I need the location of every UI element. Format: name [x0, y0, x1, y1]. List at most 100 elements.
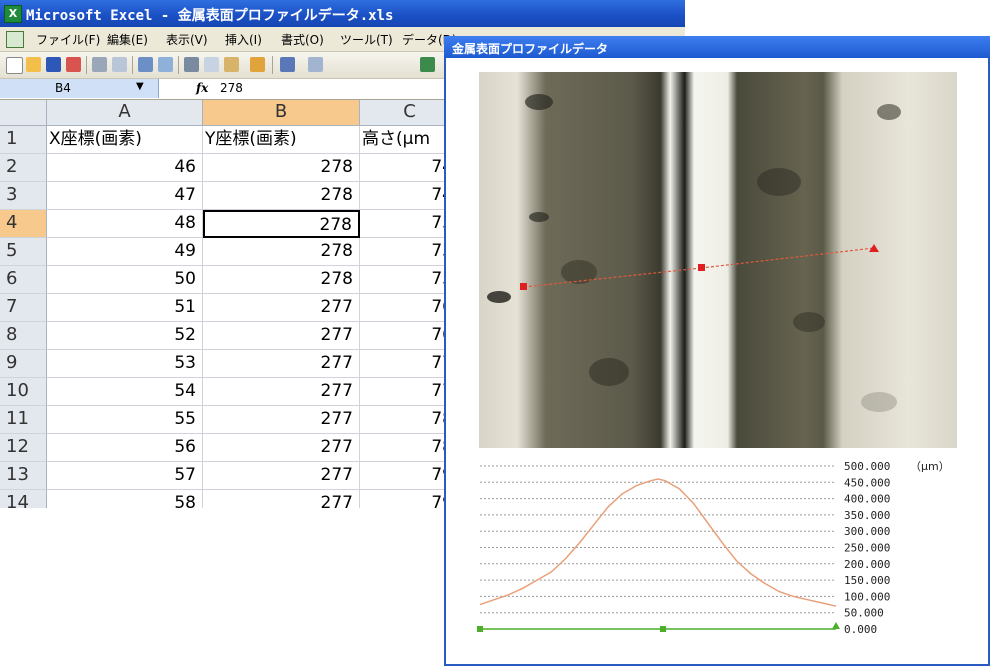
- name-box-value: B4: [55, 81, 71, 95]
- row-header[interactable]: 5: [0, 238, 47, 266]
- y-tick-label: 300.000: [844, 525, 890, 538]
- row-header[interactable]: 3: [0, 182, 47, 210]
- row-header[interactable]: 4: [0, 210, 47, 238]
- y-tick-label: 350.000: [844, 509, 890, 522]
- table-cell[interactable]: 53: [47, 350, 203, 378]
- y-tick-label: 150.000: [844, 574, 890, 587]
- profile-window: 金属表面プロファイルデータ 500.000 450.000 400.000 35…: [444, 36, 990, 666]
- table-cell[interactable]: 55: [47, 406, 203, 434]
- table-cell[interactable]: 51: [47, 294, 203, 322]
- table-cell[interactable]: Y座標(画素): [203, 126, 360, 154]
- y-tick-label: 200.000: [844, 558, 890, 571]
- table-cell[interactable]: 278: [203, 154, 360, 182]
- unit-label: （μm）: [910, 460, 950, 473]
- table-cell[interactable]: 56: [47, 434, 203, 462]
- toolbar-separator: [132, 56, 133, 74]
- row-header[interactable]: 14: [0, 490, 47, 508]
- copy-icon[interactable]: [204, 57, 219, 72]
- toolbar-separator: [86, 56, 87, 74]
- profile-mid-marker[interactable]: [698, 264, 705, 271]
- cut-icon[interactable]: [184, 57, 199, 72]
- table-cell[interactable]: 49: [47, 238, 203, 266]
- hyperlink-icon[interactable]: [420, 57, 435, 72]
- table-cell[interactable]: 277: [203, 406, 360, 434]
- excel-title-bar: X Microsoft Excel - 金属表面プロファイルデータ.xls: [0, 0, 685, 27]
- menu-view[interactable]: 表示(V): [166, 31, 208, 48]
- table-cell[interactable]: 58: [47, 490, 203, 508]
- name-box[interactable]: B4 ▼: [0, 79, 159, 98]
- paste-icon[interactable]: [224, 57, 239, 72]
- select-all-corner[interactable]: [0, 100, 47, 126]
- row-header[interactable]: 1: [0, 126, 47, 154]
- table-cell[interactable]: 57: [47, 462, 203, 490]
- y-tick-label: 500.000: [844, 460, 890, 473]
- row-header[interactable]: 12: [0, 434, 47, 462]
- print-icon[interactable]: [92, 57, 107, 72]
- workbook-icon[interactable]: [6, 31, 24, 48]
- table-cell[interactable]: 277: [203, 378, 360, 406]
- table-cell[interactable]: 278: [203, 182, 360, 210]
- new-document-icon[interactable]: [6, 57, 23, 74]
- profile-chart: 500.000 450.000 400.000 350.000 300.000 250.0…: [477, 460, 950, 636]
- table-cell[interactable]: 46: [47, 154, 203, 182]
- table-cell[interactable]: 278: [203, 238, 360, 266]
- profile-title-bar: 金属表面プロファイルデータ: [444, 36, 990, 58]
- toolbar-separator: [178, 56, 179, 74]
- formula-input[interactable]: 278: [220, 81, 243, 95]
- table-cell[interactable]: 277: [203, 434, 360, 462]
- menu-insert[interactable]: 挿入(I): [225, 31, 262, 48]
- surface-micrograph: [479, 72, 957, 448]
- table-cell[interactable]: 278: [203, 266, 360, 294]
- menu-tools[interactable]: ツール(T): [340, 31, 393, 48]
- excel-app-icon: X: [4, 5, 22, 23]
- table-cell[interactable]: 277: [203, 294, 360, 322]
- column-header-a[interactable]: A: [47, 100, 203, 126]
- table-cell[interactable]: 52: [47, 322, 203, 350]
- table-cell[interactable]: 48: [47, 210, 203, 238]
- profile-window-title: 金属表面プロファイルデータ: [452, 42, 609, 56]
- insert-function-icon[interactable]: fx: [196, 81, 208, 95]
- profile-line: [479, 478, 837, 607]
- menu-edit[interactable]: 編集(E): [107, 31, 148, 48]
- row-header[interactable]: 6: [0, 266, 47, 294]
- menu-file[interactable]: ファイル(F): [36, 31, 100, 48]
- row-header[interactable]: 2: [0, 154, 47, 182]
- y-tick-label: 50.000: [844, 607, 884, 620]
- table-cell[interactable]: 277: [203, 462, 360, 490]
- row-header[interactable]: 8: [0, 322, 47, 350]
- row-header[interactable]: 7: [0, 294, 47, 322]
- save-icon[interactable]: [46, 57, 61, 72]
- row-header[interactable]: 10: [0, 378, 47, 406]
- redo-icon[interactable]: [308, 57, 323, 72]
- end-marker: [832, 622, 840, 629]
- open-folder-icon[interactable]: [26, 57, 41, 72]
- active-cell[interactable]: 278: [203, 210, 360, 238]
- table-cell[interactable]: 50: [47, 266, 203, 294]
- toolbar-separator: [272, 56, 273, 74]
- row-header[interactable]: 9: [0, 350, 47, 378]
- undo-icon[interactable]: [280, 57, 295, 72]
- print-preview-icon[interactable]: [112, 57, 127, 72]
- table-cell[interactable]: 54: [47, 378, 203, 406]
- y-tick-label: 0.000: [844, 623, 877, 636]
- format-painter-icon[interactable]: [250, 57, 265, 72]
- research-icon[interactable]: [158, 57, 173, 72]
- mid-marker: [660, 626, 666, 632]
- table-cell[interactable]: 277: [203, 350, 360, 378]
- y-tick-label: 100.000: [844, 590, 890, 603]
- table-cell[interactable]: X座標(画素): [47, 126, 203, 154]
- spelling-icon[interactable]: [138, 57, 153, 72]
- table-cell[interactable]: 47: [47, 182, 203, 210]
- start-marker: [477, 626, 483, 632]
- profile-content: 500.000 450.000 400.000 350.000 300.000 250.0…: [448, 60, 986, 660]
- chevron-down-icon[interactable]: ▼: [136, 81, 144, 92]
- row-header[interactable]: 11: [0, 406, 47, 434]
- row-header[interactable]: 13: [0, 462, 47, 490]
- y-tick-label: 450.000: [844, 476, 890, 489]
- column-header-b[interactable]: B: [203, 100, 360, 126]
- menu-format[interactable]: 書式(O): [281, 31, 324, 48]
- table-cell[interactable]: 277: [203, 322, 360, 350]
- profile-start-marker[interactable]: [520, 283, 527, 290]
- table-cell[interactable]: 277: [203, 490, 360, 508]
- permission-icon[interactable]: [66, 57, 81, 72]
